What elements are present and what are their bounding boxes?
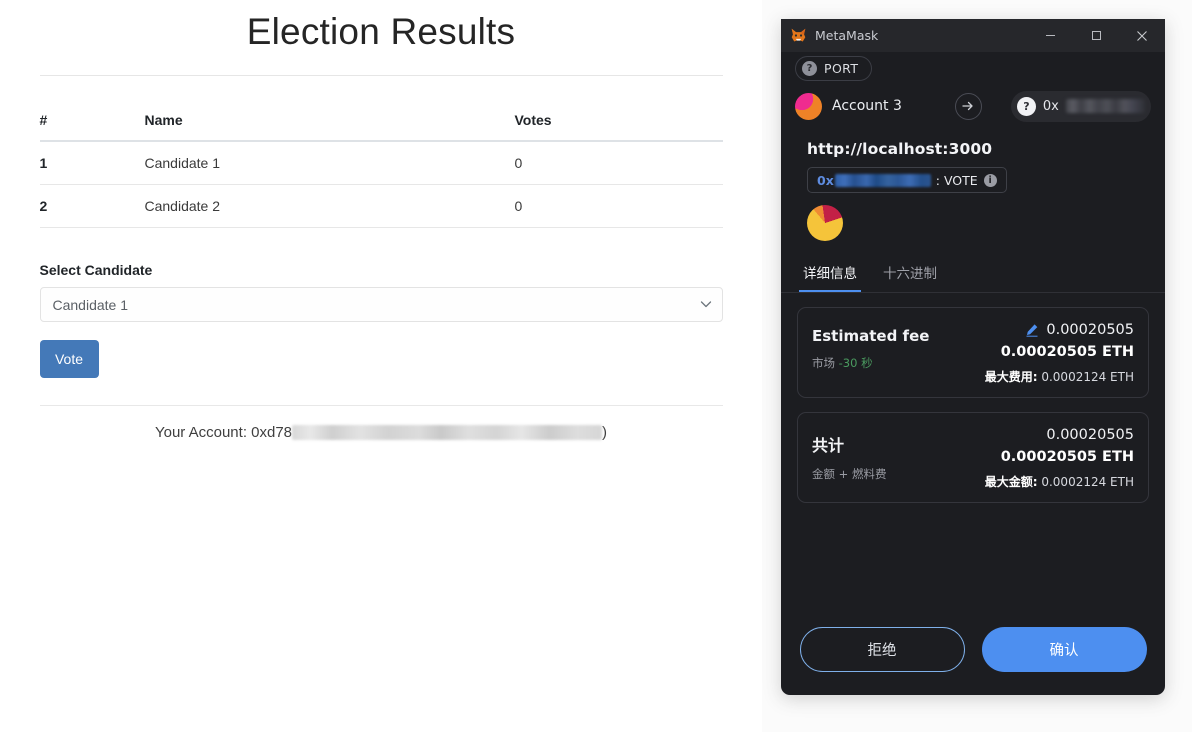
recipient-address-redacted xyxy=(1065,99,1145,113)
column-header-name: Name xyxy=(144,112,515,142)
table-row: 1 Candidate 1 0 xyxy=(39,141,723,185)
account-avatar-icon xyxy=(795,92,822,120)
contract-method-pill[interactable]: 0x : VOTE i xyxy=(807,167,1007,193)
network-selector[interactable]: ? PORT xyxy=(795,55,873,81)
table-header-row: # Name Votes xyxy=(39,112,723,142)
your-account-text: Your Account: 0xd78) xyxy=(40,424,723,441)
confirm-button[interactable]: 确认 xyxy=(981,626,1147,672)
tab-details[interactable]: 详细信息 xyxy=(799,262,861,292)
contract-address-redacted xyxy=(834,173,931,187)
results-table-body: 1 Candidate 1 0 2 Candidate 2 0 xyxy=(39,141,723,228)
estimated-fee-primary-row: 0.00020505 xyxy=(985,322,1134,338)
estimated-fee-subtitle: 市场 -30 秒 xyxy=(812,355,929,371)
estimated-fee-left: Estimated fee 市场 -30 秒 xyxy=(812,321,929,371)
maximize-icon[interactable] xyxy=(1073,19,1119,52)
pencil-edit-icon[interactable] xyxy=(1025,323,1039,337)
account-name: Account 3 xyxy=(832,98,902,114)
metamask-fox-icon xyxy=(791,28,806,42)
select-candidate-label: Select Candidate xyxy=(39,262,153,278)
action-footer: 拒绝 确认 xyxy=(781,603,1165,695)
total-card[interactable]: 共计 金额 + 燃料费 0.00020505 0.00020505 ETH 最大… xyxy=(797,412,1149,503)
divider-top xyxy=(39,75,723,76)
arrow-right-icon xyxy=(954,92,982,120)
cell-index: 1 xyxy=(39,141,145,185)
account-bar: Account 3 ? 0x xyxy=(781,84,1165,128)
total-max-row: 最大金额: 0.0002124 ETH xyxy=(985,473,1134,490)
your-account-suffix: ) xyxy=(602,424,608,441)
total-eth: 0.00020505 ETH xyxy=(1000,449,1134,465)
dapp-container: # Name Votes 1 Candidate 1 0 2 Candidate… xyxy=(39,75,723,441)
origin-url: http://localhost:3000 xyxy=(807,140,993,158)
network-name: PORT xyxy=(824,60,859,76)
method-name: : VOTE xyxy=(935,172,978,188)
column-header-votes: Votes xyxy=(514,112,723,142)
screen: Election Results # Name Votes 1 Candidat… xyxy=(0,0,1192,732)
max-fee-value: 0.0002124 ETH xyxy=(1041,370,1134,384)
total-right: 0.00020505 0.00020505 ETH 最大金额: 0.000212… xyxy=(985,426,1134,490)
estimated-fee-card[interactable]: Estimated fee 市场 -30 秒 0.00020505 0.0002… xyxy=(797,307,1149,398)
metamask-titlebar[interactable]: MetaMask xyxy=(781,19,1165,52)
max-total-value: 0.0002124 ETH xyxy=(1041,475,1134,489)
divider-bottom xyxy=(39,405,723,406)
contract-address-prefix: 0x xyxy=(817,172,834,188)
total-title: 共计 xyxy=(812,436,845,455)
metamask-window-title: MetaMask xyxy=(815,28,879,43)
recipient-address-pill[interactable]: ? 0x xyxy=(1010,90,1151,122)
results-table: # Name Votes 1 Candidate 1 0 2 Candidate… xyxy=(39,112,723,228)
recipient-address-prefix: 0x xyxy=(1042,98,1059,114)
your-account-prefix: Your Account: 0xd78 xyxy=(154,424,293,441)
request-origin-block: http://localhost:3000 0x : VOTE i xyxy=(781,128,1165,241)
total-subtitle: 金额 + 燃料费 xyxy=(812,467,887,481)
page-title: Election Results xyxy=(246,11,516,52)
cell-votes: 0 xyxy=(514,184,723,228)
window-controls xyxy=(1027,19,1165,52)
cell-name: Candidate 2 xyxy=(144,184,515,228)
dapp-page: Election Results # Name Votes 1 Candidat… xyxy=(0,0,762,732)
estimated-fee-amount: 0.00020505 xyxy=(1046,322,1134,338)
total-primary-row: 0.00020505 xyxy=(985,427,1134,443)
vote-button[interactable]: Vote xyxy=(39,340,99,378)
minimize-icon[interactable] xyxy=(1027,19,1073,52)
detail-tabs: 详细信息 十六进制 xyxy=(781,262,1165,293)
vote-form: Select Candidate Candidate 1 Vote xyxy=(39,262,723,378)
question-mark-icon: ? xyxy=(1016,96,1036,116)
max-total-label: 最大金额: xyxy=(984,475,1038,489)
cell-votes: 0 xyxy=(514,141,723,185)
results-table-head: # Name Votes xyxy=(39,112,723,142)
close-icon[interactable] xyxy=(1119,19,1165,52)
estimated-fee-title: Estimated fee xyxy=(812,327,930,345)
metamask-window: MetaMask ? PORT Account 3 ? 0x http://lo… xyxy=(781,19,1165,695)
select-candidate-wrapper[interactable]: Candidate 1 xyxy=(39,287,723,322)
cell-name: Candidate 1 xyxy=(144,141,515,185)
contract-identicon xyxy=(807,205,843,241)
question-mark-icon: ? xyxy=(802,60,817,76)
info-icon[interactable]: i xyxy=(983,173,997,187)
total-left: 共计 金额 + 燃料费 xyxy=(812,426,886,482)
account-address-redacted xyxy=(292,425,603,440)
network-bar: ? PORT xyxy=(781,52,1165,84)
column-header-index: # xyxy=(39,112,145,142)
estimated-fee-max-row: 最大费用: 0.0002124 ETH xyxy=(985,368,1134,385)
estimated-fee-right: 0.00020505 0.00020505 ETH 最大费用: 0.000212… xyxy=(985,321,1134,385)
select-candidate-value[interactable]: Candidate 1 xyxy=(39,287,723,322)
fee-market-label: 市场 xyxy=(812,356,835,370)
table-row: 2 Candidate 2 0 xyxy=(39,184,723,228)
estimated-fee-eth: 0.00020505 ETH xyxy=(1000,344,1134,360)
total-amount: 0.00020505 xyxy=(1046,427,1134,443)
reject-button[interactable]: 拒绝 xyxy=(799,626,965,672)
cell-index: 2 xyxy=(39,184,145,228)
fee-time-estimate: -30 秒 xyxy=(838,356,873,370)
detail-body: Estimated fee 市场 -30 秒 0.00020505 0.0002… xyxy=(781,293,1165,503)
tab-hex[interactable]: 十六进制 xyxy=(879,262,941,292)
max-fee-label: 最大费用: xyxy=(984,370,1038,384)
